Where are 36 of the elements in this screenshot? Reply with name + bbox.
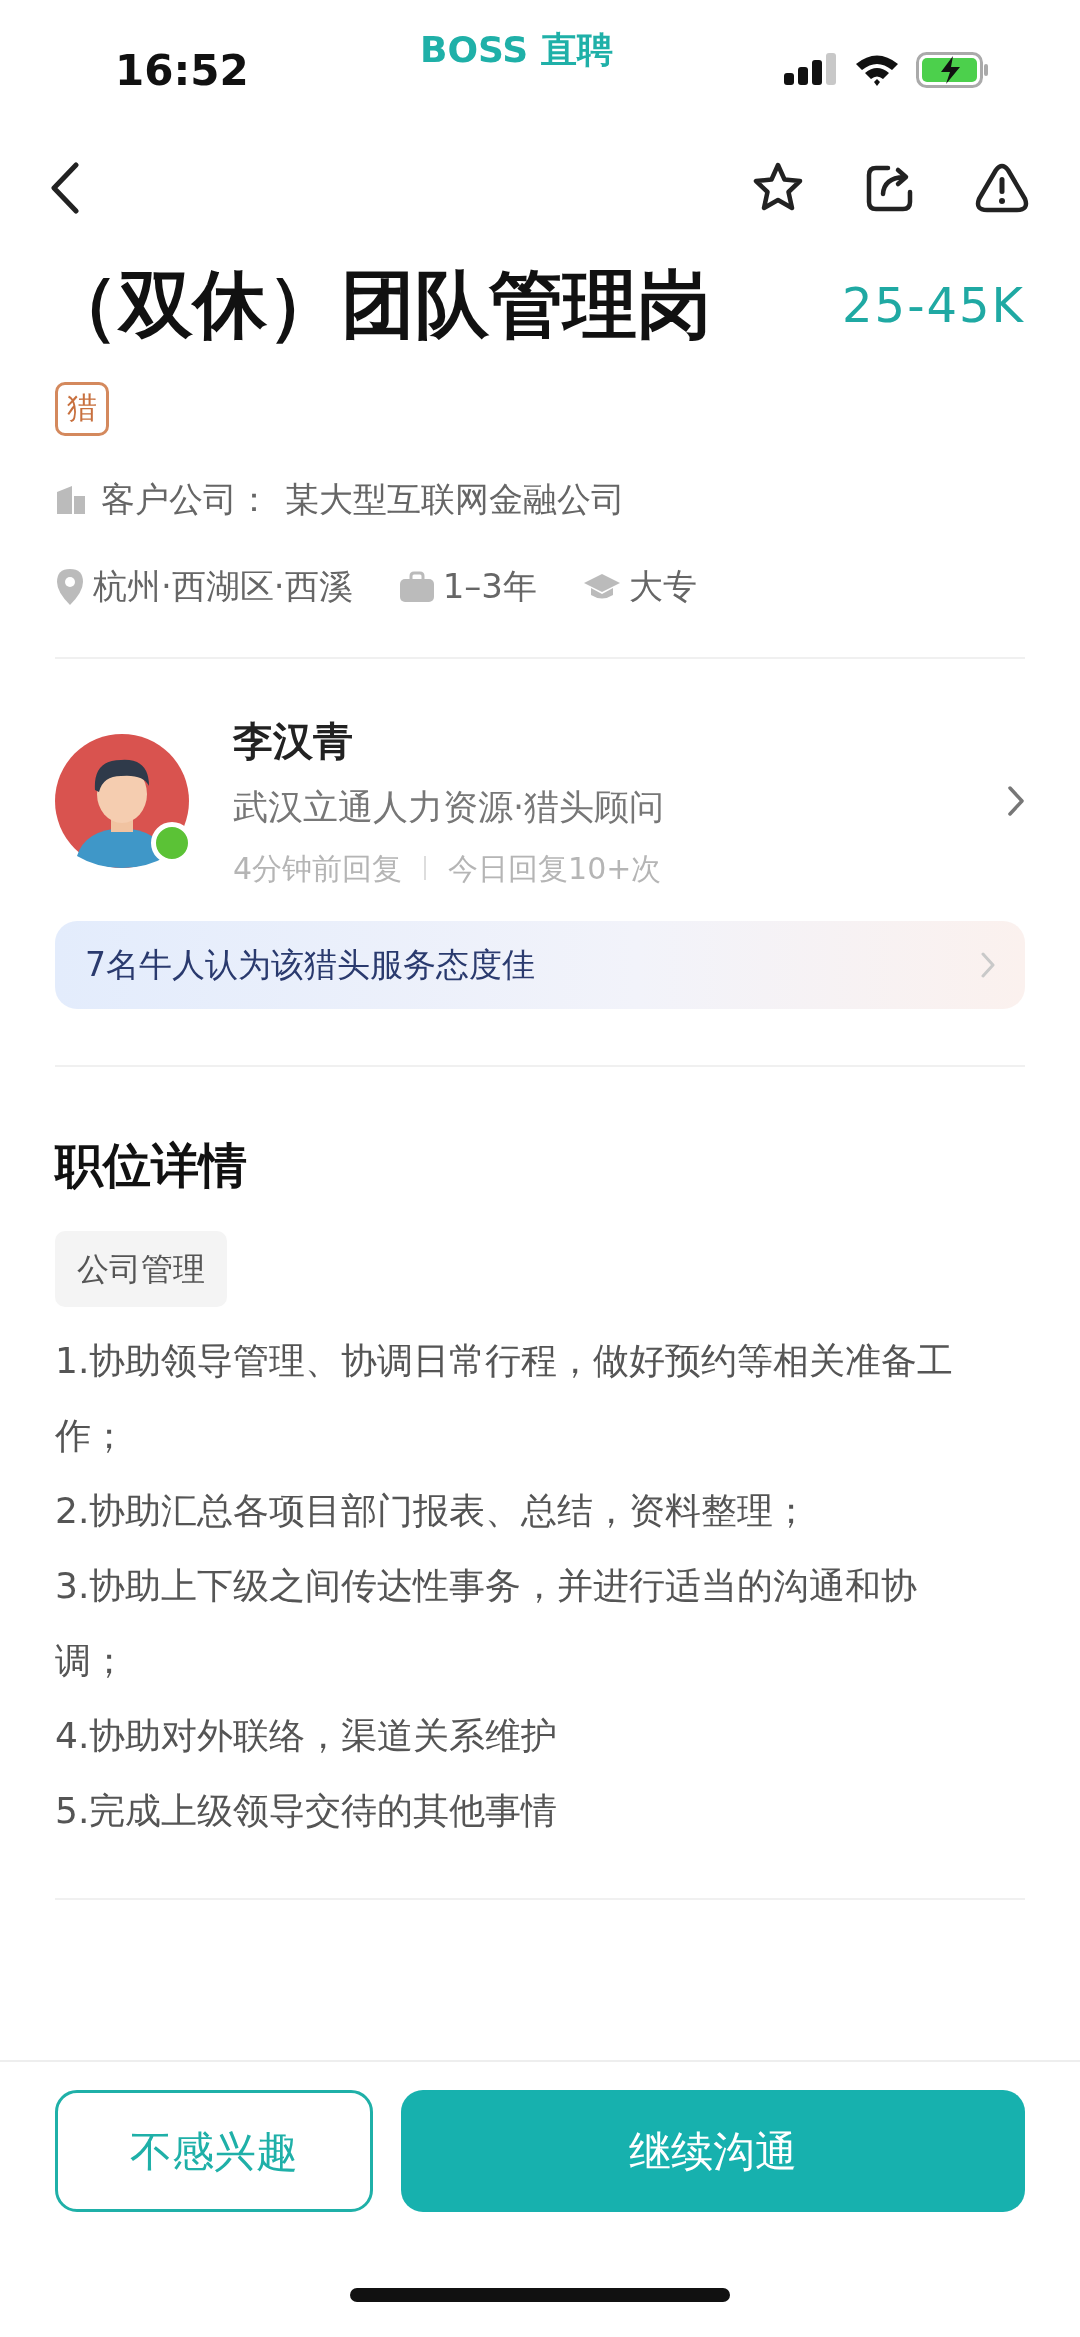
recruiter-name: 李汉青: [233, 717, 354, 766]
description-line: 3.协助上下级之间传达性事务，并进行适当的沟通和协调；: [55, 1563, 919, 1683]
description-line: 4.协助对外联络，渠道关系维护: [55, 1713, 559, 1758]
education: 大专: [628, 565, 697, 608]
description-line: 2.协助汇总各项目部门报表、总结，资料整理；: [55, 1488, 811, 1533]
battery-icon: [916, 52, 990, 88]
location-pin-icon: [55, 567, 85, 606]
job-tag: 公司管理: [55, 1230, 227, 1307]
last-reply-time: 4分钟前回复: [233, 849, 403, 888]
app-name: BOSS 直聘: [419, 28, 613, 72]
recruiter-card[interactable]: 李汉青 武汉立通人力资源·猎头顾问 4分钟前回复 今日回复10+次: [55, 711, 1025, 891]
endorsement-banner[interactable]: 7名牛人认为该猎头服务态度佳: [55, 920, 1025, 1009]
warning-icon: [974, 161, 1030, 214]
location: 杭州·西湖区·西溪: [93, 565, 353, 608]
salary: 25-45K: [842, 275, 1025, 335]
endorsement-text: 7名牛人认为该猎头服务态度佳: [85, 943, 535, 986]
recruiter-company-title: 武汉立通人力资源·猎头顾问: [233, 786, 666, 829]
back-icon: [50, 161, 80, 214]
status-time: 16:52: [115, 44, 249, 97]
signal-icon: [784, 53, 838, 87]
experience: 1–3年: [442, 565, 537, 608]
back-button[interactable]: [50, 161, 80, 214]
wifi-icon: [854, 53, 900, 87]
client-label: 客户公司：: [101, 478, 271, 521]
chevron-right-icon: [981, 951, 995, 978]
job-title: （双休）团队管理岗: [45, 260, 711, 349]
report-button[interactable]: [974, 161, 1030, 214]
section-heading: 职位详情: [55, 1135, 248, 1195]
briefcase-icon: [398, 570, 435, 603]
client-company: 某大型互联网金融公司: [285, 478, 625, 521]
headhunter-badge: 猎: [55, 382, 109, 436]
description-line: 1.协助领导管理、协调日常行程，做好预约等相关准备工作；: [55, 1338, 955, 1458]
building-icon: [55, 483, 87, 516]
description-line: 5.完成上级领导交待的其他事情: [55, 1788, 559, 1833]
reply-count: 今日回复10+次: [448, 849, 662, 888]
chevron-right-icon: [1007, 784, 1025, 817]
